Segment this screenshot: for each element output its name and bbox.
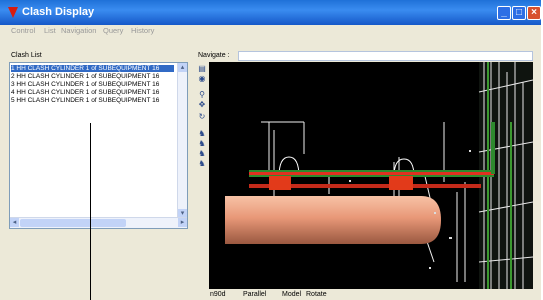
- 3d-viewport[interactable]: [209, 62, 533, 289]
- scroll-left-icon[interactable]: ◂: [10, 218, 19, 227]
- status-mode: Model: [282, 291, 302, 298]
- view-icon[interactable]: ▤: [197, 64, 207, 74]
- clash-pipe-run: [249, 122, 495, 190]
- minimize-icon: _: [501, 7, 507, 18]
- vertical-scrollbar[interactable]: ▴ ▾: [177, 63, 187, 218]
- clash-list-label: Clash List: [11, 52, 42, 59]
- horizontal-scrollbar[interactable]: ◂ ▸: [10, 217, 187, 228]
- clash-display-window: Clash Display _ □ × Control List Navigat…: [0, 0, 541, 300]
- clash-list[interactable]: 1 HH CLASH CYLINDER 1 of SUBEQUIPMENT 16…: [9, 62, 188, 229]
- title-bar[interactable]: Clash Display _ □ ×: [0, 0, 541, 25]
- list-item[interactable]: 5 HH CLASH CYLINDER 1 of SUBEQUIPMENT 16: [11, 97, 174, 104]
- window-title: Clash Display: [22, 6, 95, 18]
- walk-icon[interactable]: ♞: [197, 159, 207, 169]
- menu-bar: Control List Navigation Query History: [0, 25, 541, 37]
- pan-icon[interactable]: ✥: [197, 100, 207, 110]
- list-item[interactable]: 4 HH CLASH CYLINDER 1 of SUBEQUIPMENT 16: [11, 89, 174, 96]
- view-toolbar: ▤ ◉ ⚲ ✥ ↻ ♞ ♞ ♞ ♞: [196, 62, 208, 286]
- list-item[interactable]: 2 HH CLASH CYLINDER 1 of SUBEQUIPMENT 16: [11, 73, 174, 80]
- menu-query[interactable]: Query: [103, 26, 123, 35]
- list-item[interactable]: 1 HH CLASH CYLINDER 1 of SUBEQUIPMENT 16: [11, 65, 174, 72]
- vessel-cylinder: [225, 196, 441, 244]
- walk-icon[interactable]: ♞: [197, 149, 207, 159]
- menu-list[interactable]: List: [44, 26, 56, 35]
- rotate-icon[interactable]: ↻: [197, 112, 207, 122]
- navigate-label: Navigate :: [198, 52, 230, 59]
- menu-navigation[interactable]: Navigation: [61, 26, 96, 35]
- close-icon: ×: [531, 7, 537, 18]
- status-action: Rotate: [306, 291, 327, 298]
- status-projection: Parallel: [243, 291, 267, 298]
- close-button[interactable]: ×: [527, 6, 541, 20]
- list-item[interactable]: 3 HH CLASH CYLINDER 1 of SUBEQUIPMENT 16: [11, 81, 174, 88]
- scroll-up-icon[interactable]: ▴: [178, 63, 187, 72]
- maximize-icon: □: [515, 7, 523, 18]
- minimize-button[interactable]: _: [497, 6, 511, 20]
- plant-model-render: [225, 62, 533, 289]
- status-view: n90d: [210, 291, 226, 298]
- walk-icon[interactable]: ♞: [197, 129, 207, 139]
- maximize-button[interactable]: □: [512, 6, 526, 20]
- globe-icon[interactable]: ◉: [197, 74, 207, 84]
- scroll-right-icon[interactable]: ▸: [178, 218, 187, 227]
- text-cursor-line: [90, 123, 91, 300]
- zoom-icon[interactable]: ⚲: [197, 90, 207, 100]
- menu-control[interactable]: Control: [11, 26, 35, 35]
- menu-history[interactable]: History: [131, 26, 154, 35]
- navigate-input[interactable]: [238, 51, 533, 61]
- app-icon: [8, 7, 18, 18]
- scroll-thumb[interactable]: [20, 219, 126, 227]
- walk-icon[interactable]: ♞: [197, 139, 207, 149]
